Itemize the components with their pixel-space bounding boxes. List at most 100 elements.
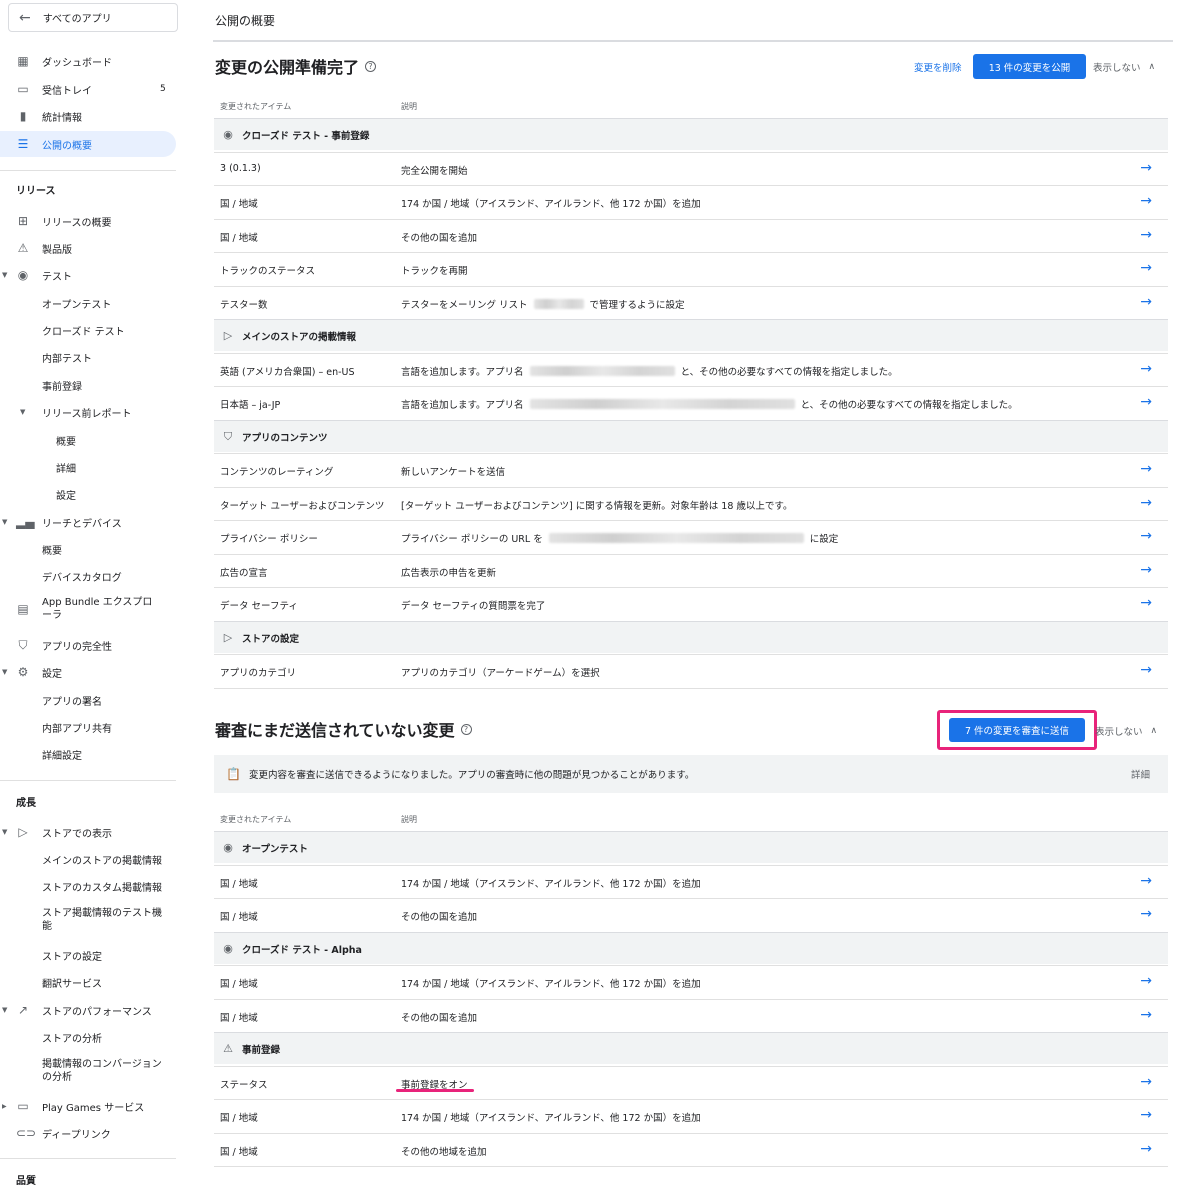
arrow-right-icon[interactable]: → [1140,906,1152,922]
table-row[interactable]: 英語 (アメリカ合衆国) – en-US 言語を追加します。アプリ名 と、その他… [214,353,1168,386]
arrow-right-icon[interactable]: → [1140,394,1152,410]
clipboard-check-icon: 📋 [226,767,241,781]
arrow-right-icon[interactable]: → [1140,160,1152,176]
caret-down-icon: ▼ [2,668,8,676]
nav-listing-conversion[interactable]: 掲載情報のコンバージョンの分析 [0,1054,185,1088]
help-icon[interactable]: ? [460,723,472,735]
hide-toggle[interactable]: 表示しない ∧ [1095,724,1157,738]
arrow-right-icon[interactable]: → [1140,528,1152,544]
arrow-right-icon[interactable]: → [1140,873,1152,889]
arrow-right-icon[interactable]: → [1140,294,1152,310]
nav-stats[interactable]: ▮ 統計情報 [0,103,185,129]
nav-testing[interactable]: ▼ ◉ テスト [0,262,185,288]
arrow-right-icon[interactable]: → [1140,495,1152,511]
sidebar: ← すべてのアプリ ▦ ダッシュボード ▭ 受信トレイ 5 ▮ 統計情報 ☰ 公… [0,0,185,1200]
table-row[interactable]: プライバシー ポリシー プライバシー ポリシーの URL を に設定 → [214,520,1168,553]
nav-internal-app-sharing[interactable]: 内部アプリ共有 [0,714,185,740]
table-row[interactable]: アプリのカテゴリ アプリのカテゴリ（アーケードゲーム）を選択 → [214,654,1168,687]
table-row[interactable]: ターゲット ユーザーおよびコンテンツ [ターゲット ユーザーおよびコンテンツ] … [214,487,1168,520]
nav-report-settings[interactable]: 設定 [0,481,185,507]
nav-store-performance[interactable]: ▼ ↗ ストアのパフォーマンス [0,997,185,1023]
table-divider [214,1166,1168,1167]
nav-dashboard[interactable]: ▦ ダッシュボード [0,48,185,74]
nav-play-games-services[interactable]: ▶ ▭ Play Games サービス [0,1093,185,1119]
table-row[interactable]: コンテンツのレーティング 新しいアンケートを送信 → [214,453,1168,486]
nav-deep-links[interactable]: ⊂⊃ ディープリンク [0,1120,185,1146]
shield-check-icon: ⛉ [223,429,233,443]
nav-translation-service[interactable]: 翻訳サービス [0,969,185,995]
link-icon: ⊂⊃ [16,1126,37,1140]
arrow-right-icon[interactable]: → [1140,595,1152,611]
table-row[interactable]: データ セーフティ データ セーフティの質問票を完了 → [214,587,1168,620]
group-closed-testing-alpha: ◉ クローズド テスト - Alpha [214,932,1168,964]
table-row[interactable]: テスター数 テスターをメーリング リスト で管理するように設定 → [214,286,1168,319]
nav-production[interactable]: ⚠ 製品版 [0,235,185,261]
gamepad-icon: ▭ [17,1099,29,1113]
table-row[interactable]: 日本語 – ja-JP 言語を追加します。アプリ名 と、その他の必要なすべての情… [214,386,1168,419]
arrow-right-icon[interactable]: → [1140,193,1152,209]
nav-advanced-settings[interactable]: 詳細設定 [0,741,185,767]
arrow-right-icon[interactable]: → [1140,1074,1152,1090]
table-row[interactable]: 3 (0.1.3) 完全公開を開始 → [214,152,1168,185]
table-row[interactable]: 国 / 地域 その他の国を追加 → [214,219,1168,252]
nav-store-presence[interactable]: ▼ ▷ ストアでの表示 [0,819,185,845]
nav-reach-overview[interactable]: 概要 [0,536,185,562]
arrow-right-icon[interactable]: → [1140,361,1152,377]
arrow-right-icon[interactable]: → [1140,461,1152,477]
nav-app-signing[interactable]: アプリの署名 [0,687,185,713]
arrow-right-icon[interactable]: → [1140,562,1152,578]
nav-store-analysis[interactable]: ストアの分析 [0,1024,185,1050]
hide-toggle[interactable]: 表示しない ∧ [1093,60,1155,74]
nav-pre-registration[interactable]: 事前登録 [0,372,185,398]
table-row[interactable]: 国 / 地域 174 か国 / 地域（アイスランド、アイルランド、他 172 か… [214,865,1168,898]
column-header-description: 説明 [401,815,417,824]
table-row[interactable]: 国 / 地域 174 か国 / 地域（アイスランド、アイルランド、他 172 か… [214,965,1168,998]
arrow-right-icon[interactable]: → [1140,227,1152,243]
nav-report-overview[interactable]: 概要 [0,427,185,453]
arrow-right-icon[interactable]: → [1140,662,1152,678]
nav-reach-devices[interactable]: ▼ ▂▄ リーチとデバイス [0,509,185,535]
arrow-right-icon[interactable]: → [1140,260,1152,276]
details-link[interactable]: 詳細 [1131,767,1150,781]
nav-pre-launch-report[interactable]: ▼ リリース前レポート [0,399,185,425]
nav-report-details[interactable]: 詳細 [0,454,185,480]
discard-changes-button[interactable]: 変更を削除 [914,60,962,74]
publish-changes-button[interactable]: 13 件の変更を公開 [973,54,1086,79]
nav-open-testing[interactable]: オープンテスト [0,290,185,316]
nav-device-catalog[interactable]: デバイスカタログ [0,563,185,589]
table-row[interactable]: 国 / 地域 その他の国を追加 → [214,999,1168,1032]
arrow-right-icon[interactable]: → [1140,973,1152,989]
group-store-settings: ▷ ストアの設定 [214,621,1168,653]
table-row[interactable]: 国 / 地域 174 か国 / 地域（アイスランド、アイルランド、他 172 か… [214,185,1168,218]
group-open-testing: ◉ オープンテスト [214,831,1168,863]
nav-main-store-listing[interactable]: メインのストアの掲載情報 [0,846,185,872]
all-apps-label: すべてのアプリ [42,14,112,25]
table-row[interactable]: トラックのステータス トラックを再開 → [214,252,1168,285]
nav-app-bundle-explorer[interactable]: ▤ App Bundle エクスプローラ [0,592,185,626]
table-row[interactable]: ステータス 事前登録をオン → [214,1066,1168,1099]
nav-internal-testing[interactable]: 内部テスト [0,344,185,370]
all-apps-button[interactable]: ← すべてのアプリ [8,3,178,32]
nav-store-listing-experiments[interactable]: ストア掲載情報のテスト機能 [0,903,185,937]
nav-closed-testing[interactable]: クローズド テスト [0,317,185,343]
arrow-right-icon[interactable]: → [1140,1141,1152,1157]
release-heading: リリース [16,186,56,197]
send-for-review-button[interactable]: 7 件の変更を審査に送信 [949,718,1085,742]
arrow-right-icon[interactable]: → [1140,1107,1152,1123]
nav-inbox[interactable]: ▭ 受信トレイ 5 [0,76,185,102]
nav-app-integrity[interactable]: ⛉ アプリの完全性 [0,632,185,658]
caret-down-icon: ▼ [2,518,8,526]
table-row[interactable]: 国 / 地域 その他の地域を追加 → [214,1133,1168,1166]
nav-custom-store-listings[interactable]: ストアのカスタム掲載情報 [0,873,185,899]
arrow-right-icon[interactable]: → [1140,1007,1152,1023]
publishing-icon: ☰ [17,137,29,151]
table-row[interactable]: 広告の宣言 広告表示の申告を更新 → [214,554,1168,587]
help-icon[interactable]: ? [365,60,377,72]
nav-publishing-overview[interactable]: ☰ 公開の概要 [0,131,176,157]
table-row[interactable]: 国 / 地域 その他の国を追加 → [214,898,1168,931]
table-row[interactable]: 国 / 地域 174 か国 / 地域（アイスランド、アイルランド、他 172 か… [214,1099,1168,1132]
nav-store-settings[interactable]: ストアの設定 [0,942,185,968]
nav-release-overview[interactable]: ⊞ リリースの概要 [0,208,185,234]
redacted-text [533,299,584,309]
nav-setup[interactable]: ▼ ⚙ 設定 [0,659,185,685]
